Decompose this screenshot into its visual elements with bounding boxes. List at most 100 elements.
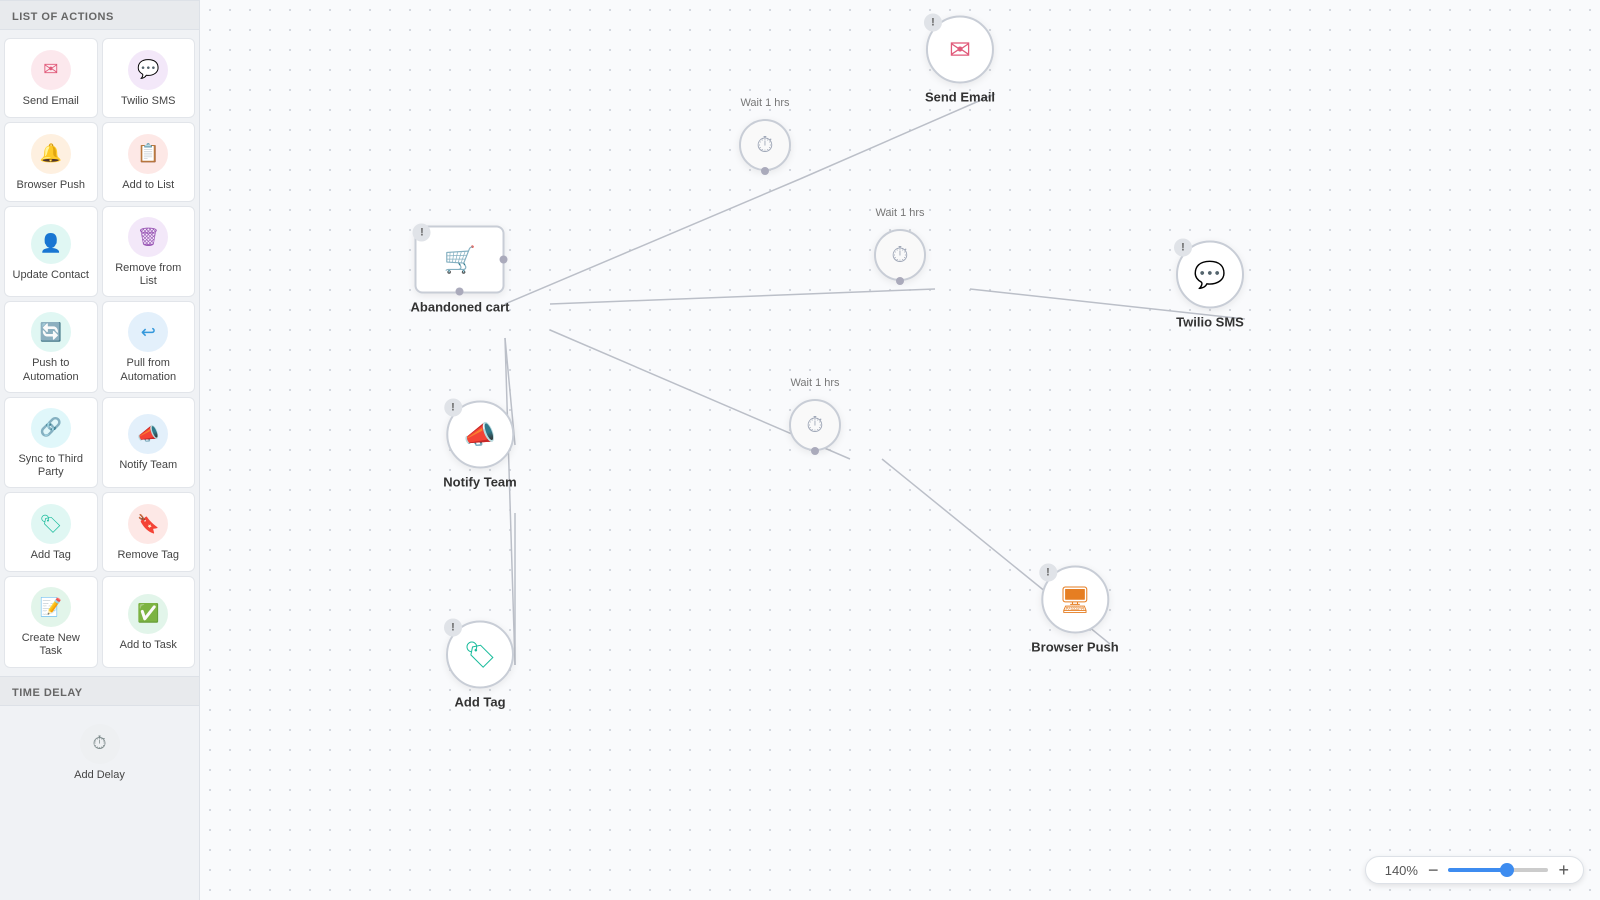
sidebar-item-sync-to-third-party[interactable]: 🔗 Sync to Third Party <box>4 397 98 488</box>
twilio-sms-label: Twilio SMS <box>121 95 175 108</box>
sidebar-item-add-to-task[interactable]: ✅ Add to Task <box>102 576 196 667</box>
sidebar-item-create-new-task[interactable]: 📝 Create New Task <box>4 576 98 667</box>
line-cart-to-wait1 <box>505 179 800 304</box>
wait-label-wait-3: Wait 1 hrs <box>790 377 839 389</box>
browser-push-node-icon: 🖥 <box>1058 584 1091 615</box>
node-dot <box>896 277 904 285</box>
sidebar-item-add-to-list[interactable]: 📋 Add to List <box>102 122 196 202</box>
wait-circle-wait-1: ⏱ <box>739 119 791 171</box>
node-shape-notify-team-node: ! 📣 <box>446 401 514 469</box>
wait-circle-wait-3: ⏱ <box>789 399 841 451</box>
timer-icon: ⏱ <box>756 132 773 158</box>
node-badge-twilio-sms-node: ! <box>1174 239 1192 257</box>
node-label-abandoned-cart: Abandoned cart <box>411 300 510 315</box>
twilio-sms-node-icon: 💬 <box>1194 259 1226 290</box>
node-shape-abandoned-cart: ! 🛒 <box>415 226 505 294</box>
node-label-send-email-node: Send Email <box>925 90 995 105</box>
sidebar-delay-area: ⏱ Add Delay <box>0 706 199 797</box>
remove-tag-label: Remove Tag <box>117 549 179 562</box>
node-badge-browser-push-node: ! <box>1039 564 1057 582</box>
sidebar-item-add-delay[interactable]: ⏱ Add Delay <box>4 714 195 789</box>
sidebar-item-push-to-automation[interactable]: 🔄 Push to Automation <box>4 301 98 392</box>
line-wait1-to-email <box>800 94 995 179</box>
delay-label: Add Delay <box>74 769 125 781</box>
node-badge-add-tag-node: ! <box>444 619 462 637</box>
node-label-add-tag-node: Add Tag <box>454 695 505 710</box>
browser-push-label: Browser Push <box>17 179 85 192</box>
notify-team-label: Notify Team <box>119 459 177 472</box>
workflow-canvas: ! 🛒 Abandoned cart ! ✉ Send Email Wait 1… <box>200 0 1600 900</box>
add-to-task-icon: ✅ <box>128 594 168 634</box>
zoom-out-button[interactable]: − <box>1426 861 1441 879</box>
sidebar-actions-grid: ✉ Send Email 💬 Twilio SMS 🔔 Browser Push… <box>0 30 199 676</box>
node-wait-1[interactable]: Wait 1 hrs ⏱ <box>739 119 791 171</box>
browser-push-icon: 🔔 <box>31 134 71 174</box>
remove-from-list-icon: 🗑 <box>128 217 168 257</box>
line-cart-to-tag <box>505 338 515 665</box>
create-new-task-label: Create New Task <box>11 632 91 658</box>
zoom-slider[interactable] <box>1448 868 1548 872</box>
node-shape-twilio-sms-node: ! 💬 <box>1176 241 1244 309</box>
zoom-controls[interactable]: 140% − + <box>1365 856 1584 884</box>
sidebar-item-notify-team[interactable]: 📣 Notify Team <box>102 397 196 488</box>
add-to-list-label: Add to List <box>122 179 174 192</box>
zoom-level: 140% <box>1378 863 1418 878</box>
push-to-automation-label: Push to Automation <box>11 357 91 383</box>
node-abandoned-cart[interactable]: ! 🛒 Abandoned cart <box>411 226 510 315</box>
sidebar-section-timedelay: TIME DELAY <box>0 676 199 706</box>
sidebar: LIST OF ACTIONS ✉ Send Email 💬 Twilio SM… <box>0 0 200 900</box>
node-send-email-node[interactable]: ! ✉ Send Email <box>925 16 995 105</box>
remove-from-list-label: Remove from List <box>109 262 189 288</box>
node-badge-abandoned-cart: ! <box>413 224 431 242</box>
sidebar-item-remove-from-list[interactable]: 🗑 Remove from List <box>102 206 196 297</box>
sidebar-item-add-tag[interactable]: 🏷 Add Tag <box>4 492 98 572</box>
node-label-notify-team-node: Notify Team <box>443 475 516 490</box>
line-cart-to-wait2 <box>550 289 935 304</box>
twilio-sms-icon: 💬 <box>128 50 168 90</box>
wait-label-wait-2: Wait 1 hrs <box>875 207 924 219</box>
node-label-browser-push-node: Browser Push <box>1031 640 1118 655</box>
sync-to-third-party-icon: 🔗 <box>31 408 71 448</box>
node-shape-send-email-node: ! ✉ <box>926 16 994 84</box>
pull-from-automation-label: Pull from Automation <box>109 357 189 383</box>
update-contact-label: Update Contact <box>13 269 89 282</box>
node-browser-push-node[interactable]: ! 🖥 Browser Push <box>1031 566 1118 655</box>
create-new-task-icon: 📝 <box>31 587 71 627</box>
node-notify-team-node[interactable]: ! 📣 Notify Team <box>443 401 516 490</box>
add-to-list-icon: 📋 <box>128 134 168 174</box>
node-dot-right <box>500 256 508 264</box>
node-wait-2[interactable]: Wait 1 hrs ⏱ <box>874 229 926 281</box>
node-twilio-sms-node[interactable]: ! 💬 Twilio SMS <box>1176 241 1244 330</box>
sidebar-item-send-email[interactable]: ✉ Send Email <box>4 38 98 118</box>
sidebar-item-pull-from-automation[interactable]: ↩ Pull from Automation <box>102 301 196 392</box>
push-to-automation-icon: 🔄 <box>31 312 71 352</box>
sidebar-item-remove-tag[interactable]: 🔖 Remove Tag <box>102 492 196 572</box>
clock-icon: ⏱ <box>80 724 120 764</box>
timer-icon: ⏱ <box>806 412 823 438</box>
notify-team-icon: 📣 <box>128 414 168 454</box>
timer-icon: ⏱ <box>891 242 908 268</box>
node-badge-notify-team-node: ! <box>444 399 462 417</box>
add-tag-node-icon: 🏷 <box>463 639 496 670</box>
sidebar-section-actions: LIST OF ACTIONS <box>0 0 199 30</box>
send-email-node-icon: ✉ <box>949 34 971 65</box>
send-email-icon: ✉ <box>31 50 71 90</box>
notify-team-node-icon: 📣 <box>464 419 496 450</box>
pull-from-automation-icon: ↩ <box>128 312 168 352</box>
update-contact-icon: 👤 <box>31 224 71 264</box>
remove-tag-icon: 🔖 <box>128 504 168 544</box>
node-dot-bottom <box>456 288 464 296</box>
sidebar-item-update-contact[interactable]: 👤 Update Contact <box>4 206 98 297</box>
sidebar-item-browser-push[interactable]: 🔔 Browser Push <box>4 122 98 202</box>
zoom-in-button[interactable]: + <box>1556 861 1571 879</box>
node-badge-send-email-node: ! <box>924 14 942 32</box>
add-tag-icon: 🏷 <box>31 504 71 544</box>
node-add-tag-node[interactable]: ! 🏷 Add Tag <box>446 621 514 710</box>
node-label-twilio-sms-node: Twilio SMS <box>1176 315 1244 330</box>
node-wait-3[interactable]: Wait 1 hrs ⏱ <box>789 399 841 451</box>
add-to-task-label: Add to Task <box>120 639 177 652</box>
sidebar-item-twilio-sms[interactable]: 💬 Twilio SMS <box>102 38 196 118</box>
wait-label-wait-1: Wait 1 hrs <box>740 97 789 109</box>
wait-circle-wait-2: ⏱ <box>874 229 926 281</box>
add-tag-label: Add Tag <box>31 549 71 562</box>
